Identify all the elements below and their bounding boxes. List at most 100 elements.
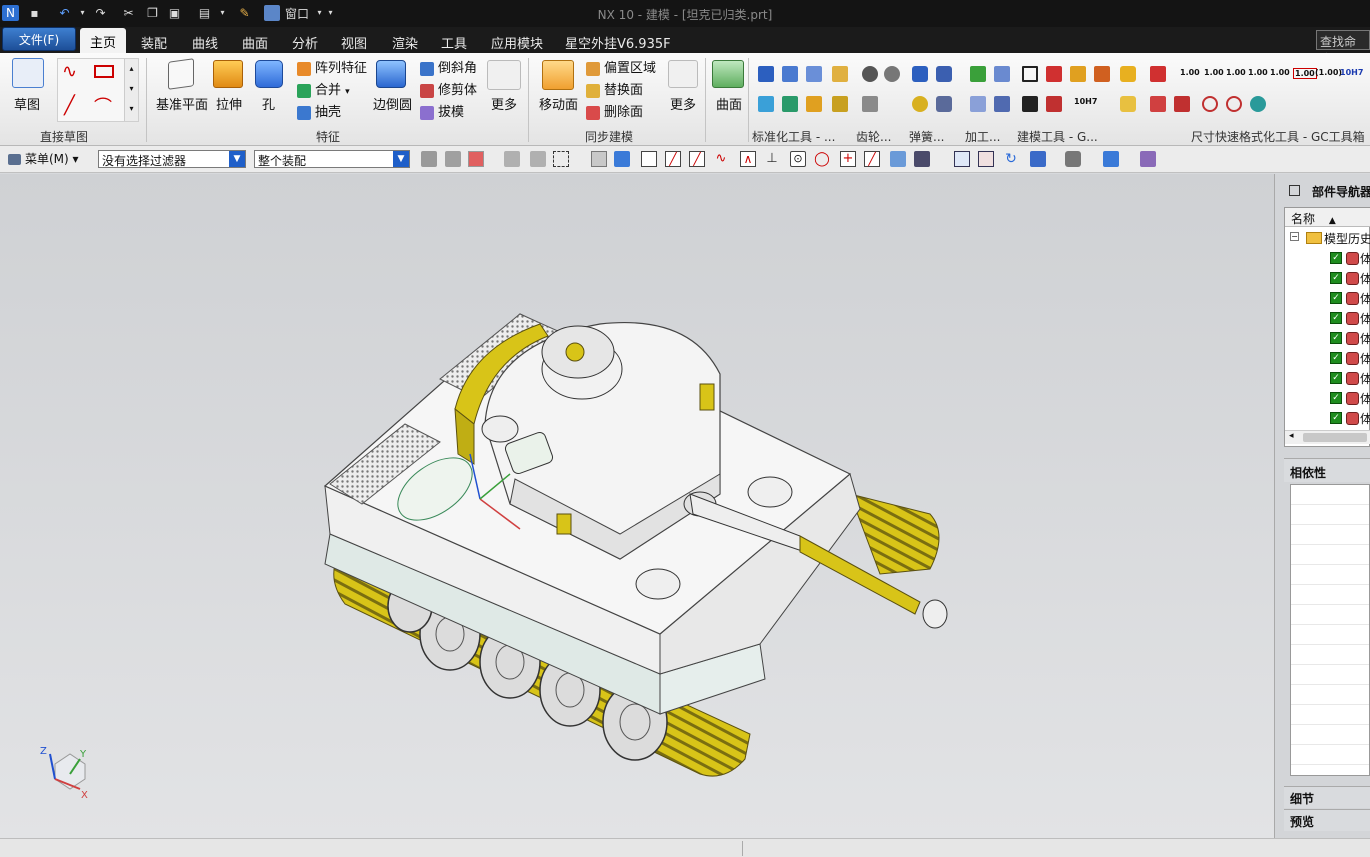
- standard-tool-icon[interactable]: [832, 96, 848, 112]
- snap-point-icon[interactable]: ∧: [740, 151, 756, 167]
- triangle-icon[interactable]: [1022, 66, 1038, 82]
- line-icon[interactable]: ╱: [64, 95, 75, 116]
- tab-view[interactable]: 视图: [341, 33, 367, 52]
- fit-view-icon[interactable]: [954, 151, 970, 167]
- command-search-input[interactable]: 查找命令: [1316, 30, 1370, 66]
- visibility-checkbox[interactable]: ✓: [1330, 372, 1342, 384]
- machining-group-label[interactable]: 加工...: [965, 128, 1000, 145]
- navigator-body-item[interactable]: ✓ 体: [1284, 289, 1370, 309]
- chevron-down-icon[interactable]: ▼: [229, 151, 245, 167]
- navigator-body-item[interactable]: ✓ 体: [1284, 269, 1370, 289]
- graphics-viewport[interactable]: Z Y X: [0, 174, 1274, 838]
- standard-tool-icon[interactable]: [758, 96, 774, 112]
- diameter-icon[interactable]: [1226, 96, 1242, 112]
- snap-point-icon[interactable]: ╱: [864, 151, 880, 167]
- dimension-icon[interactable]: [1174, 96, 1190, 112]
- render-style-icon[interactable]: [1065, 151, 1081, 167]
- standard-tool-icon[interactable]: [806, 66, 822, 82]
- navigator-body-item[interactable]: ✓ 体: [1284, 309, 1370, 329]
- model-history-node[interactable]: − 模型历史记录: [1284, 229, 1370, 249]
- repeat-dropdown-icon[interactable]: ▾: [214, 5, 231, 21]
- name-column-header[interactable]: 名称 ▲: [1285, 208, 1370, 227]
- more-features-button[interactable]: 更多: [491, 94, 517, 113]
- copy-icon[interactable]: ❐: [144, 5, 161, 21]
- move-face-button[interactable]: 移动面: [539, 94, 578, 113]
- machining-icon[interactable]: [994, 66, 1010, 82]
- collapse-icon[interactable]: −: [1290, 232, 1299, 241]
- select-icon[interactable]: [504, 151, 520, 167]
- navigator-body-item[interactable]: ✓ 体: [1284, 249, 1370, 269]
- tab-plugin[interactable]: 星空外挂V6.935F: [565, 33, 671, 52]
- dimension-icon[interactable]: [1150, 66, 1166, 82]
- gear-icon[interactable]: [884, 66, 900, 82]
- sort-ascending-icon[interactable]: ▲: [1329, 216, 1336, 226]
- machining-icon[interactable]: [970, 96, 986, 112]
- snap-point-icon[interactable]: ╱: [689, 151, 705, 167]
- file-menu-button[interactable]: 文件(F): [2, 27, 76, 51]
- standard-tool-icon[interactable]: [782, 66, 798, 82]
- modeling-tool-icon[interactable]: [1022, 96, 1038, 112]
- snap-point-icon[interactable]: ⊥: [764, 151, 780, 167]
- modeling-tool-icon[interactable]: [1046, 96, 1062, 112]
- datum-plane-button[interactable]: 基准平面: [156, 94, 208, 113]
- snap-point-icon[interactable]: [641, 151, 657, 167]
- tab-assembly[interactable]: 装配: [141, 33, 167, 52]
- circle-point-icon[interactable]: ◯: [814, 151, 830, 167]
- sketch-button[interactable]: 草图: [14, 94, 40, 113]
- rectangle-select-icon[interactable]: [553, 151, 569, 167]
- tab-tools[interactable]: 工具: [441, 33, 467, 52]
- trim-body-button[interactable]: 修剪体: [420, 79, 477, 98]
- gear-group-label[interactable]: 齿轮...: [856, 128, 891, 145]
- reset-icon[interactable]: [1250, 96, 1266, 112]
- type-filter-select[interactable]: 没有选择过滤器 ▼: [98, 150, 246, 168]
- navigator-body-item[interactable]: ✓ 体: [1284, 349, 1370, 369]
- spring-icon[interactable]: [936, 66, 952, 82]
- machining-icon[interactable]: [994, 96, 1010, 112]
- gear-icon[interactable]: [862, 96, 878, 112]
- filter-icon[interactable]: [445, 151, 461, 167]
- unite-button[interactable]: 合并 ▾: [297, 79, 350, 98]
- filter-icon[interactable]: [421, 151, 437, 167]
- dimension-format-label[interactable]: 1.00: [1180, 68, 1200, 77]
- arc-icon[interactable]: ⌒: [94, 93, 112, 119]
- chamfer-button[interactable]: 倒斜角: [420, 57, 477, 76]
- dependency-list[interactable]: [1290, 484, 1370, 776]
- scroll-thumb[interactable]: [1303, 433, 1367, 442]
- visibility-checkbox[interactable]: ✓: [1330, 352, 1342, 364]
- tab-curve[interactable]: 曲线: [192, 33, 218, 52]
- snap-point-icon[interactable]: [914, 151, 930, 167]
- snap-point-icon[interactable]: ╱: [665, 151, 681, 167]
- dimension-format-label[interactable]: 10H7: [1340, 68, 1363, 77]
- window-icon[interactable]: [264, 5, 280, 21]
- visibility-checkbox[interactable]: ✓: [1330, 252, 1342, 264]
- visibility-checkbox[interactable]: ✓: [1330, 292, 1342, 304]
- unite-dropdown-icon[interactable]: ▾: [345, 87, 350, 97]
- spring-icon[interactable]: [912, 96, 928, 112]
- solid-body-icon[interactable]: [614, 151, 630, 167]
- standard-tool-icon[interactable]: [832, 66, 848, 82]
- tab-render[interactable]: 渲染: [392, 33, 418, 52]
- gc-tool-icon[interactable]: [1120, 96, 1136, 112]
- details-section-header[interactable]: 细节: [1284, 786, 1370, 808]
- dimension-format-label[interactable]: (1.00): [1315, 68, 1342, 77]
- tab-analysis[interactable]: 分析: [292, 33, 318, 52]
- repeat-command-icon[interactable]: ▤: [196, 5, 213, 21]
- window-menu[interactable]: 窗口: [285, 5, 309, 22]
- gear-icon[interactable]: [862, 66, 878, 82]
- touch-mode-icon[interactable]: ✎: [236, 5, 253, 21]
- navigator-body-item[interactable]: ✓ 体: [1284, 389, 1370, 409]
- preview-section-header[interactable]: 预览: [1284, 809, 1370, 831]
- chevron-down-icon[interactable]: ▼: [393, 151, 409, 167]
- visibility-checkbox[interactable]: ✓: [1330, 272, 1342, 284]
- snap-point-icon[interactable]: ∿: [713, 151, 729, 167]
- visibility-checkbox[interactable]: ✓: [1330, 392, 1342, 404]
- dimension-format-label[interactable]: 1.00: [1293, 68, 1317, 79]
- tab-surface[interactable]: 曲面: [242, 33, 268, 52]
- modeling-tool-icon[interactable]: [1070, 66, 1086, 82]
- fit-tolerance-label[interactable]: 10H7: [1074, 97, 1097, 106]
- layout-icon[interactable]: [1030, 151, 1046, 167]
- dependency-section-header[interactable]: 相依性: [1284, 458, 1370, 482]
- gallery-scroll[interactable]: ▴ ▾ ▾: [124, 59, 138, 121]
- more-sync-button[interactable]: 更多: [670, 94, 696, 113]
- navigator-body-item[interactable]: ✓ 体: [1284, 409, 1370, 429]
